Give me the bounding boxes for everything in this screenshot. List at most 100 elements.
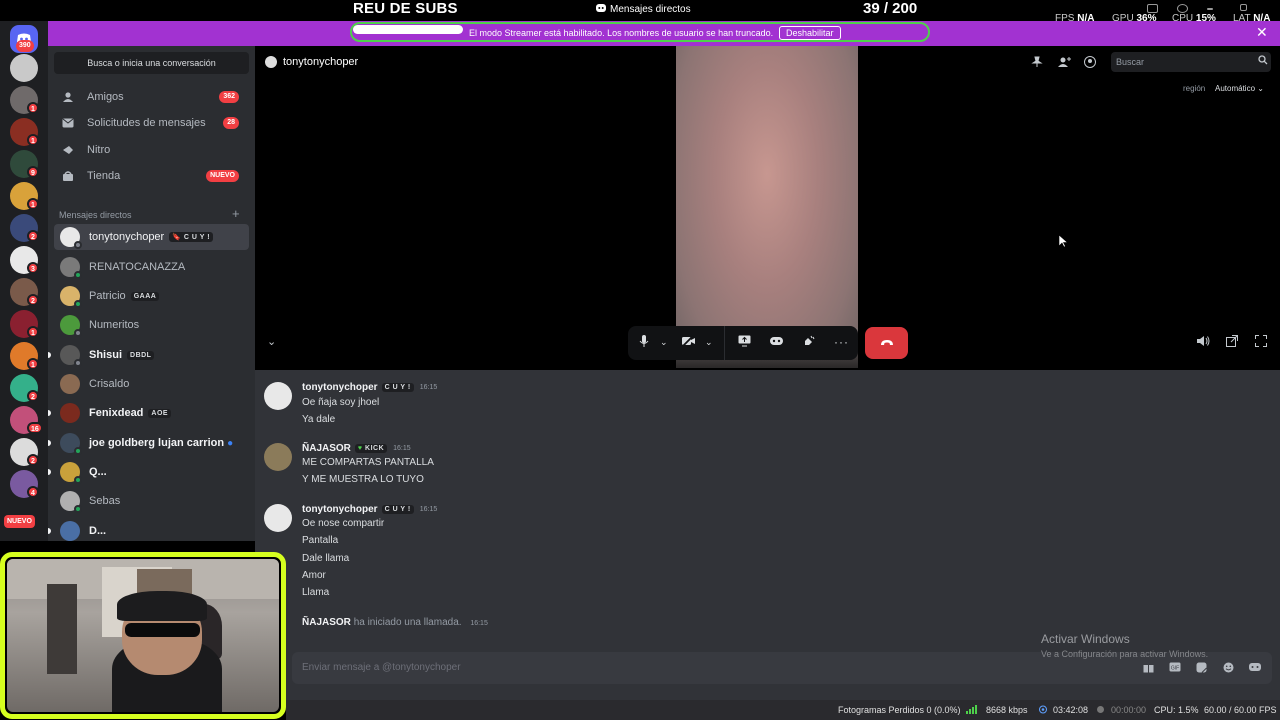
dm-item-sebas[interactable]: Sebas bbox=[54, 488, 249, 514]
avatar bbox=[60, 227, 82, 249]
disable-streamer-button[interactable]: Deshabilitar bbox=[779, 26, 841, 40]
pop-out-icon[interactable] bbox=[1226, 335, 1238, 350]
server-badge: 16 bbox=[27, 422, 43, 434]
disconnect-call-button[interactable] bbox=[865, 327, 908, 359]
voice-call-panel: tonytonychoper Buscar región Automático … bbox=[255, 46, 1280, 370]
soundboard-icon[interactable] bbox=[803, 335, 815, 350]
message-tag: C U Y ! bbox=[381, 505, 414, 514]
call-user-name: tonytonychoper bbox=[283, 56, 359, 68]
message-text: Ya dale bbox=[302, 414, 336, 425]
streamer-mode-banner: El modo Streamer está habilitado. Los no… bbox=[48, 21, 1280, 46]
dm-item-shisui[interactable]: Shisui DBDL bbox=[48, 342, 249, 368]
collapse-chevron-icon[interactable]: ⌄ bbox=[267, 335, 276, 348]
maximize-icon[interactable] bbox=[1240, 4, 1247, 11]
webcam-feed bbox=[7, 559, 279, 712]
message-author[interactable]: tonytonychoper bbox=[302, 382, 378, 393]
dm-name: Sebas bbox=[89, 495, 121, 507]
dm-item-joe-goldberg[interactable]: joe goldberg lujan carrion ● bbox=[48, 430, 249, 456]
nav-label: Amigos bbox=[87, 91, 124, 103]
mic-options-chevron-icon[interactable]: ⌄ bbox=[660, 335, 668, 349]
dm-item-d[interactable]: D... bbox=[48, 518, 249, 541]
user-profile-icon[interactable] bbox=[1084, 56, 1096, 71]
dm-item-fenixdead[interactable]: Fenixdead AOE bbox=[48, 400, 249, 426]
add-friends-icon[interactable] bbox=[1058, 56, 1071, 71]
dm-item-renatocanazza[interactable]: RENATOCANAZZA bbox=[54, 254, 249, 280]
search-input[interactable]: Buscar bbox=[1111, 52, 1271, 72]
message-header: tonytonychoper C U Y ! 16:15 bbox=[302, 382, 437, 393]
nav-badge: 28 bbox=[223, 117, 239, 129]
nav-shop[interactable]: Tienda NUEVO bbox=[54, 163, 249, 189]
emoji-icon[interactable] bbox=[1223, 662, 1234, 676]
pin-icon[interactable] bbox=[1031, 56, 1043, 71]
fullscreen-icon[interactable] bbox=[1255, 335, 1267, 350]
close-icon[interactable]: ✕ bbox=[1256, 25, 1268, 39]
server-badge: 1 bbox=[27, 102, 39, 114]
svg-text:GIF: GIF bbox=[1171, 666, 1179, 672]
message-author[interactable]: ÑAJASOR bbox=[302, 443, 351, 454]
server-badge: 2 bbox=[27, 230, 39, 242]
avatar bbox=[60, 403, 80, 423]
system-message-text: ha iniciado una llamada. bbox=[353, 617, 462, 628]
avatar[interactable] bbox=[264, 443, 292, 471]
server-badge: 1 bbox=[27, 358, 39, 370]
avatar[interactable] bbox=[264, 382, 292, 410]
message-header: tonytonychoper C U Y ! 16:15 bbox=[302, 504, 437, 515]
camera-options-chevron-icon[interactable]: ⌄ bbox=[705, 335, 713, 349]
nav-nitro[interactable]: Nitro bbox=[54, 137, 249, 163]
message-time: 16:15 bbox=[419, 506, 438, 513]
dm-name: joe goldberg lujan carrion bbox=[89, 437, 225, 449]
dm-item-crisaldo[interactable]: Crisaldo bbox=[54, 371, 249, 397]
nav-label: Tienda bbox=[87, 170, 121, 182]
region-select[interactable]: Automático ⌄ bbox=[1215, 84, 1264, 93]
obs-cpu: CPU: 1.5% bbox=[1154, 705, 1199, 715]
more-options-icon[interactable]: ··· bbox=[834, 335, 849, 349]
webcam-overlay bbox=[0, 552, 286, 719]
obs-status-bar: Fotogramas Perdidos 0 (0.0%) 8668 kbps 0… bbox=[286, 700, 1280, 720]
app-launcher-icon[interactable] bbox=[1249, 662, 1261, 675]
server-badge: 1 bbox=[27, 326, 39, 338]
stream-icon bbox=[1038, 705, 1048, 716]
progress-pill-fill bbox=[353, 25, 463, 34]
dm-name: Shisui bbox=[89, 349, 123, 361]
shop-icon bbox=[62, 170, 74, 182]
search-conversation-input[interactable]: Busca o inicia una conversación bbox=[54, 52, 249, 74]
main-panel: tonytonychoper Buscar región Automático … bbox=[255, 46, 1280, 700]
message-text: Oe nose compartir bbox=[302, 518, 385, 529]
message-time: 16:15 bbox=[393, 445, 411, 452]
activities-icon[interactable] bbox=[770, 335, 783, 349]
microphone-icon[interactable] bbox=[639, 335, 649, 351]
avatar bbox=[60, 462, 82, 484]
system-message-author[interactable]: ÑAJASOR bbox=[302, 617, 351, 628]
volume-icon[interactable] bbox=[1196, 335, 1210, 350]
dm-item-patricio[interactable]: Patricio GAAA bbox=[54, 283, 249, 309]
message-text: Y ME MUESTRA LO TUYO bbox=[302, 474, 424, 485]
server-badge: 3 bbox=[27, 262, 39, 274]
avatar bbox=[60, 257, 82, 279]
add-dm-icon[interactable]: + bbox=[232, 206, 240, 221]
dm-name: D... bbox=[89, 525, 107, 537]
gift-icon[interactable] bbox=[1143, 662, 1154, 676]
windows-activation-title: Activar Windows bbox=[1041, 632, 1130, 646]
nav-friends[interactable]: Amigos 362 bbox=[54, 84, 249, 110]
screen-share-icon[interactable] bbox=[738, 335, 751, 350]
home-badge: 390 bbox=[16, 40, 34, 52]
avatar[interactable] bbox=[264, 504, 292, 532]
dm-item-tonytonychoper[interactable]: tonytonychoper 🔖 C U Y ! bbox=[54, 224, 249, 250]
sticker-icon[interactable] bbox=[1196, 662, 1207, 676]
message-text: Llama bbox=[302, 587, 330, 598]
server-icon[interactable] bbox=[10, 54, 38, 82]
region-label: región bbox=[1183, 84, 1206, 93]
dm-item-q[interactable]: Q... bbox=[48, 459, 249, 485]
camera-off-icon[interactable] bbox=[682, 334, 696, 350]
avatar bbox=[60, 521, 80, 541]
gif-icon[interactable]: GIF bbox=[1169, 662, 1181, 675]
record-time: 00:00:00 bbox=[1111, 705, 1147, 715]
nav-message-requests[interactable]: Solicitudes de mensajes 28 bbox=[54, 110, 249, 136]
minimize-icon[interactable] bbox=[1207, 8, 1213, 10]
dm-tag: GAAA bbox=[130, 291, 160, 301]
signal-icon bbox=[966, 705, 978, 716]
nav-badge: NUEVO bbox=[206, 170, 239, 182]
message-author[interactable]: tonytonychoper bbox=[302, 504, 378, 515]
message-text: Dale llama bbox=[302, 553, 350, 564]
dm-item-numeritos[interactable]: Numeritos bbox=[54, 312, 249, 338]
